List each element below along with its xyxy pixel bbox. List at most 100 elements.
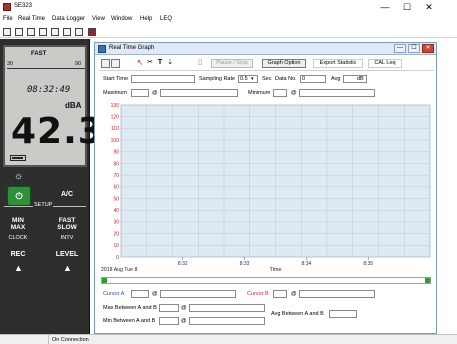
light-icon[interactable]: ☼ [14,171,23,182]
x-tick-label: 8:34 [302,261,312,267]
y-tick-label: 10 [113,243,119,249]
menu-file[interactable]: File [3,16,13,22]
grid-icon[interactable] [75,28,83,36]
max-between-label: Max Between A and B [103,305,157,311]
x-date-label: 2018 Aug Tue 8 [101,267,137,273]
cut-icon[interactable]: ✂ [146,59,154,68]
chart-toolbar: ↖ ✂ T ⇣ ▯ Pause / Stop Graph Option Expo… [99,57,434,71]
max-between-time-field [189,304,265,312]
power-button[interactable]: ⏻ [7,186,31,206]
status-bar: On Connection [0,334,457,344]
text-tool-icon[interactable]: T [156,59,164,68]
y-tick-label: 0 [116,255,119,261]
cursor-b-at-label: @ [291,291,297,297]
logger-icon[interactable] [39,28,47,36]
table-icon[interactable] [63,28,71,36]
avg-between-field [329,310,357,318]
y-tick-label: 20 [113,231,119,237]
y-tick-label: 80 [113,161,119,167]
book-icon[interactable] [88,28,96,36]
fastslow-button[interactable]: FAST SLOW [55,217,79,237]
cursor-a-field [131,290,149,298]
export-file-icon[interactable]: ▯ [196,59,204,68]
min-between-field [159,317,179,325]
pause-stop-button[interactable]: Pause / Stop [211,59,253,68]
data-no-label: Data No. [275,76,297,82]
app-icon [3,3,11,11]
child-title: Real Time Graph [109,45,155,51]
child-close-button[interactable]: ✕ [422,44,434,53]
child-minimize-button[interactable]: — [394,44,406,53]
start-time-field [131,75,195,83]
real-time-graph-window: Real Time Graph — ☐ ✕ ↖ ✂ T ⇣ ▯ Pause / … [94,42,437,334]
y-tick-label: 130 [111,103,120,109]
menu-real-time[interactable]: Real Time [18,16,45,22]
start-time-label: Start Time [103,76,129,82]
range-high: 90 [75,61,82,67]
app-title: SE323 [14,3,33,9]
menu-bar: File Real Time Data Logger View Window H… [0,15,457,26]
minmax-button[interactable]: MIN MAX [6,217,30,237]
sampling-rate-select[interactable]: 0.5 [238,75,258,83]
cal-leq-button[interactable]: CAL Leq [368,59,402,68]
chevron-down-icon[interactable]: ▾ [251,76,254,82]
cursor-a-time-field [160,290,236,298]
graph-option-button[interactable]: Graph Option [262,59,306,68]
meter-panel: FAST 30 90 08:32:49 dBA 42.3 ☼ ⏻ A/C SET… [0,39,103,334]
clock-label: CLOCK [8,235,28,241]
y-tick-label: 50 [113,196,119,202]
child-title-bar: Real Time Graph — ☐ ✕ [95,43,436,55]
cursor-b-label: Cursor B [247,291,269,297]
main-toolbar [0,26,457,38]
open-icon[interactable] [3,28,11,36]
chart-svg: 0 10 20 30 40 50 60 70 80 90 100 110 120 130 8:32 8:33 8… [101,103,431,273]
minimize-button[interactable]: — [375,0,395,14]
menu-view[interactable]: View [92,16,105,22]
time-scrollbar[interactable] [101,277,431,284]
menu-window[interactable]: Window [111,16,132,22]
cursor-a-at-label: @ [152,291,158,297]
clock-readout: 08:32:49 [27,85,71,95]
cursor-tool-icon[interactable]: ↖ [136,59,144,68]
avg-between-label: Avg Between A and B [271,311,324,317]
y-tick-label: 100 [111,138,120,144]
ac-button[interactable]: A/C [55,186,79,206]
menu-data-logger[interactable]: Data Logger [52,16,85,22]
cursor-a-label: Cursor A [103,291,125,297]
x-tick-label: 8:32 [178,261,188,267]
chart-area[interactable]: 0 10 20 30 40 50 60 70 80 90 100 110 120 130 8:32 8:33 8… [99,103,434,275]
chart-icon[interactable] [51,28,59,36]
battery-icon [10,155,26,161]
max-between-field [159,304,179,312]
maximize-button[interactable]: ☐ [397,0,417,14]
save-icon[interactable] [15,28,23,36]
table-view-icon[interactable] [111,59,120,68]
setup-label: SETUP [33,202,54,208]
marker-icon[interactable]: ⇣ [166,59,174,68]
y-tick-label: 120 [111,114,120,120]
y-tick-label: 110 [111,126,119,132]
x-axis-label: Time [269,267,281,273]
range-low: 30 [7,61,14,67]
menu-leq[interactable]: LEQ [160,16,172,22]
scroll-right-handle[interactable] [425,278,430,283]
graph-window-icon [98,45,106,53]
child-maximize-button[interactable]: ☐ [408,44,420,53]
minimum-field [273,89,287,97]
avg-unit: dB [357,76,364,82]
realtime-icon[interactable] [27,28,35,36]
maximum-label: Maximum [103,90,127,96]
chart-view-icon[interactable] [101,59,110,68]
avg-label: Avg [331,76,341,82]
menu-help[interactable]: Help [140,16,152,22]
mode-indicator: FAST [31,51,47,57]
lcd-display: FAST 30 90 08:32:49 dBA 42.3 [3,45,103,167]
range-bar [7,68,85,71]
close-button[interactable]: ✕ [419,0,439,14]
export-statistic-button[interactable]: Export Statistic [313,59,363,68]
level-readout: 42.3 [11,111,104,152]
minimum-label: Minimum [248,90,271,96]
scroll-left-handle[interactable] [102,278,107,283]
unit-label: dBA [65,101,82,110]
minimum-at-label: @ [291,90,297,96]
